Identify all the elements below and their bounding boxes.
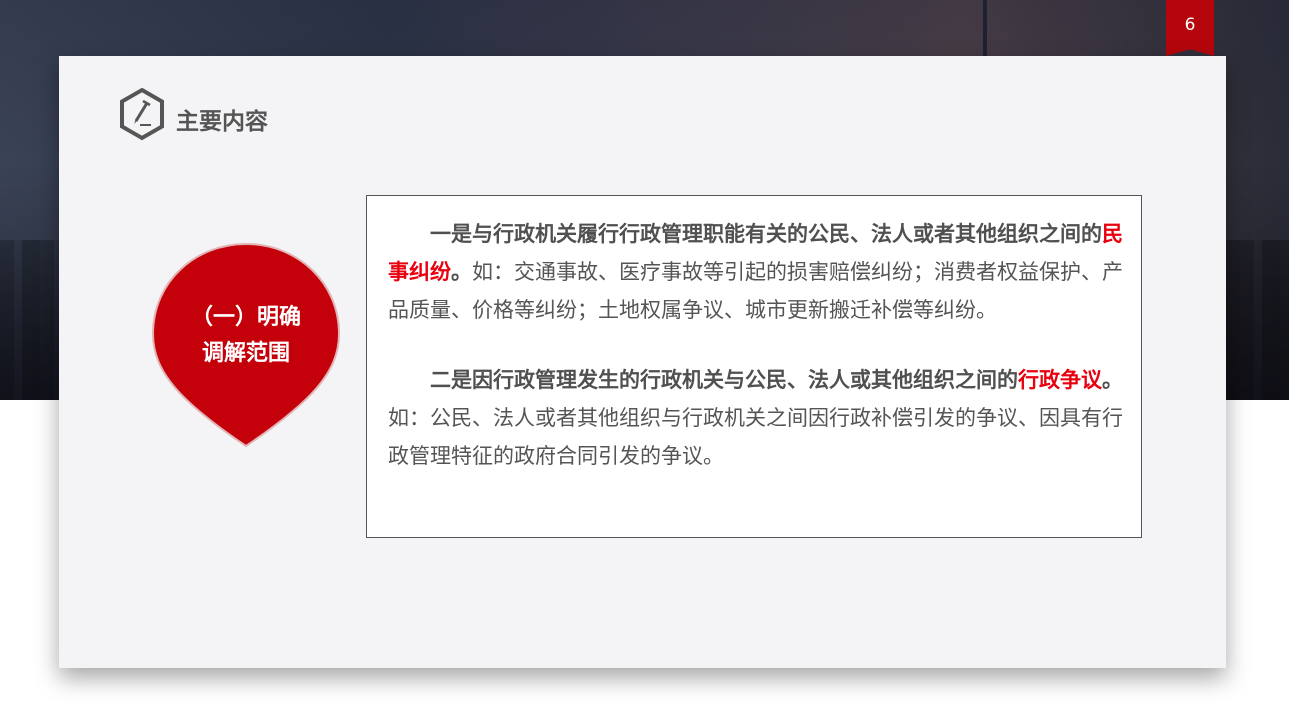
- pin-label-line2: 调解范围: [201, 341, 290, 366]
- para1-period: 。: [451, 260, 472, 284]
- slide-card: 主要内容 （一）明确 调解范围 一是与行政机关履行行政管理职能有关的公民、法人或…: [59, 56, 1226, 668]
- pin-label-line1: （一）明确: [190, 305, 301, 330]
- paragraph-administrative-disputes: 二是因行政管理发生的行政机关与公民、法人或其他组织之间的行政争议。如：公民、法人…: [388, 361, 1123, 475]
- para2-lead: 二是因行政管理发生的行政机关与公民、法人或其他组织之间的: [430, 368, 1018, 392]
- para1-lead: 一是与行政机关履行行政管理职能有关的公民、法人或者其他组织之间的: [430, 222, 1102, 246]
- page-number-tag: 6: [1166, 0, 1214, 56]
- pin-label: （一）明确 调解范围: [151, 300, 341, 372]
- para1-rest: 如：交通事故、医疗事故等引起的损害赔偿纠纷；消费者权益保护、产品质量、价格等纠纷…: [388, 260, 1123, 322]
- para2-period: 。: [1102, 368, 1123, 392]
- paragraph-civil-disputes: 一是与行政机关履行行政管理职能有关的公民、法人或者其他组织之间的民事纠纷。如：交…: [388, 215, 1123, 329]
- pencil-hexagon-icon: [120, 87, 164, 141]
- section-title: 主要内容: [176, 109, 268, 135]
- page-number: 6: [1184, 15, 1196, 35]
- para2-rest: 如：公民、法人或者其他组织与行政机关之间因行政补偿引发的争议、因具有行政管理特征…: [388, 406, 1123, 468]
- para2-keyword: 行政争议: [1018, 368, 1102, 392]
- content-box: 一是与行政机关履行行政管理职能有关的公民、法人或者其他组织之间的民事纠纷。如：交…: [366, 195, 1142, 538]
- tower-silhouette: [983, 0, 987, 60]
